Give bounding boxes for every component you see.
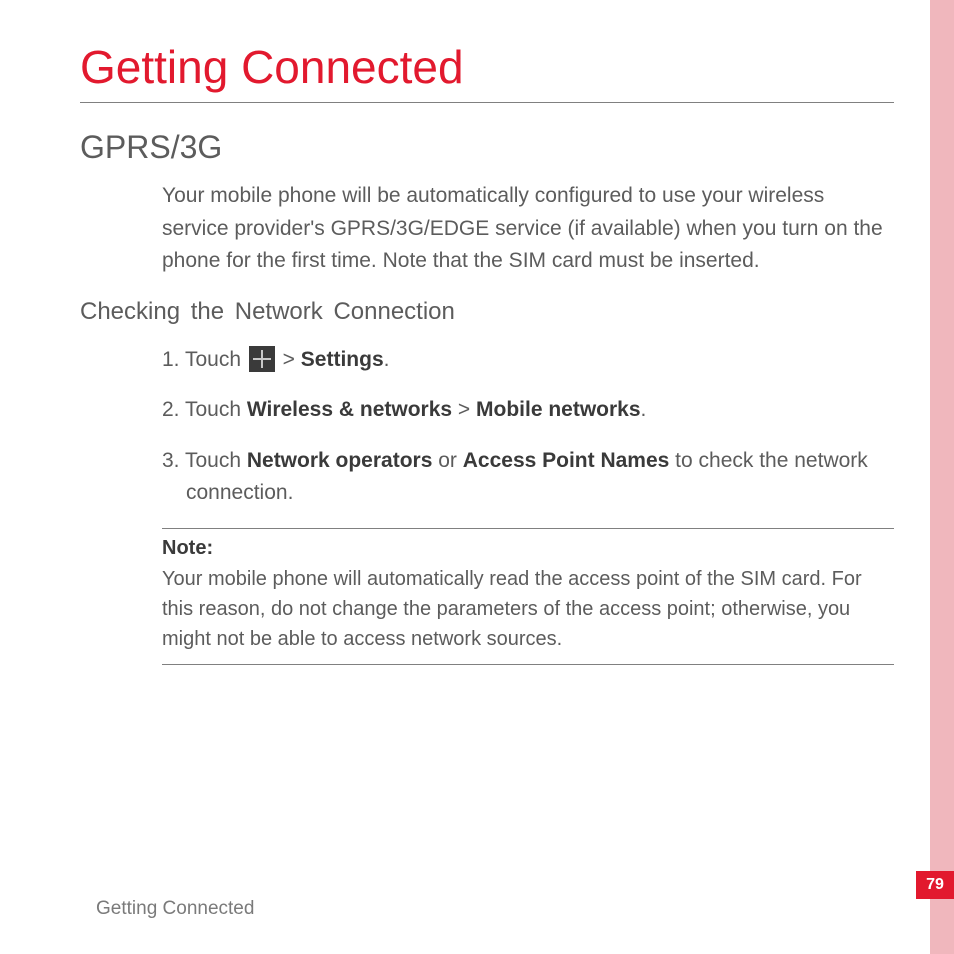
note-block: Note: Your mobile phone will automatical… bbox=[162, 528, 894, 665]
step-1-suffix: . bbox=[384, 348, 390, 371]
step-2-mid: > bbox=[452, 398, 476, 421]
step-3-b2: Access Point Names bbox=[463, 449, 670, 472]
chapter-title: Getting Connected bbox=[80, 40, 894, 103]
step-3: 3. Touch Network operators or Access Poi… bbox=[162, 445, 894, 510]
section-title: GPRS/3G bbox=[80, 129, 894, 166]
step-2: 2. Touch Wireless & networks > Mobile ne… bbox=[162, 394, 894, 427]
step-2-suffix: . bbox=[641, 398, 647, 421]
step-1-mid: > bbox=[277, 348, 301, 371]
page-content: Getting Connected GPRS/3G Your mobile ph… bbox=[80, 40, 894, 665]
note-text: Your mobile phone will automatically rea… bbox=[162, 564, 894, 654]
step-2-b1: Wireless & networks bbox=[247, 398, 452, 421]
step-2-prefix: 2. Touch bbox=[162, 398, 247, 421]
side-tab bbox=[930, 0, 954, 954]
section-intro: Your mobile phone will be automatically … bbox=[162, 180, 894, 278]
page-number: 79 bbox=[916, 871, 954, 899]
apps-grid-icon bbox=[249, 346, 275, 372]
step-3-prefix: 3. Touch bbox=[162, 449, 247, 472]
step-1-bold: Settings bbox=[301, 348, 384, 371]
step-3-mid: or bbox=[432, 449, 462, 472]
step-1: 1. Touch > Settings. bbox=[162, 344, 894, 377]
subsection-title: Checking the Network Connection bbox=[80, 298, 894, 326]
step-2-b2: Mobile networks bbox=[476, 398, 641, 421]
footer-label: Getting Connected bbox=[96, 898, 254, 920]
step-3-b1: Network operators bbox=[247, 449, 433, 472]
step-list: 1. Touch > Settings. 2. Touch Wireless &… bbox=[162, 344, 894, 510]
note-label: Note: bbox=[162, 537, 894, 560]
step-1-prefix: 1. Touch bbox=[162, 348, 247, 371]
